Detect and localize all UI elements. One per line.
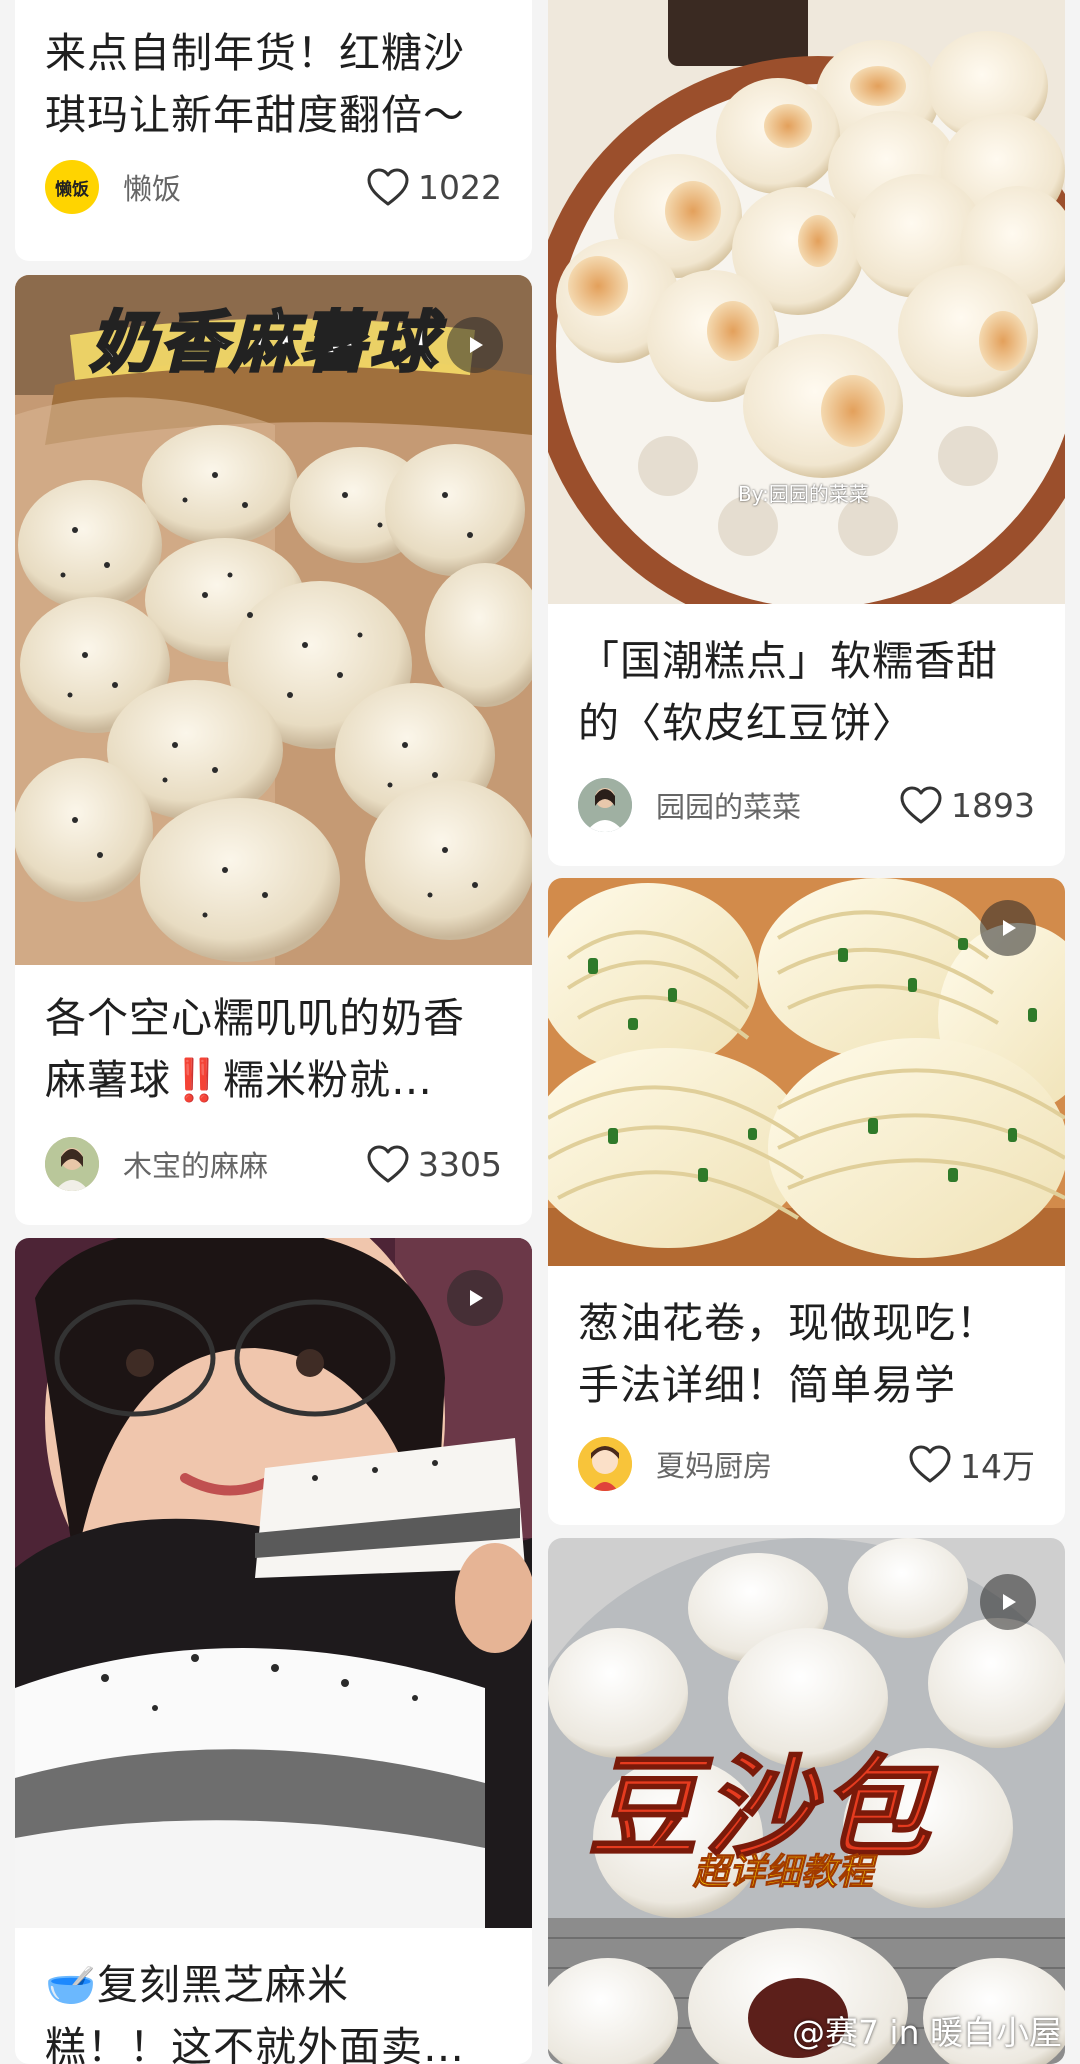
- recipe-card[interactable]: 奶香麻薯球 各个空心糯叽叽的奶香 麻薯球‼️糯米粉就… 木宝的麻麻 3305: [15, 275, 532, 1225]
- recipe-card[interactable]: 🥣复刻黑芝麻米 糕！！这不就外面卖…: [15, 1238, 532, 2064]
- card-title: 葱油花卷，现做现吃！ 手法详细！简单易学: [578, 1299, 998, 1409]
- heart-outline-icon: [367, 168, 409, 206]
- overlay-subtitle: 超详细教程: [692, 1852, 874, 1894]
- play-button[interactable]: [980, 900, 1036, 956]
- card-meta: 园园的菜菜 1893: [578, 776, 1035, 834]
- like-count: 3305: [418, 1144, 502, 1184]
- heart-outline-icon: [367, 1145, 409, 1183]
- black-sesame-rice-cake-image: [15, 1238, 532, 1928]
- play-icon: [470, 337, 483, 353]
- card-meta: 夏妈厨房 14万: [578, 1435, 1035, 1493]
- like-count: 1893: [951, 785, 1035, 825]
- avatar[interactable]: [578, 1437, 632, 1491]
- overlay-title: 奶香麻薯球: [89, 303, 440, 383]
- play-icon: [1003, 1594, 1016, 1610]
- avatar[interactable]: 懒饭: [45, 160, 99, 214]
- like-button[interactable]: 1893: [899, 785, 1035, 825]
- play-button[interactable]: [447, 317, 503, 373]
- heart-outline-icon: [909, 1445, 951, 1483]
- recipe-card[interactable]: 葱油花卷，现做现吃！ 手法详细！简单易学 夏妈厨房 14万: [548, 878, 1065, 1525]
- avatar-cartoon: [578, 1437, 632, 1491]
- play-button[interactable]: [980, 1574, 1036, 1630]
- avatar-photo: [578, 778, 632, 832]
- recipe-card[interactable]: By:园园的菜菜 「国潮糕点」软糯香甜 的〈软皮红豆饼〉 园园的菜菜 1893: [548, 0, 1065, 866]
- author-name[interactable]: 园园的菜菜: [656, 784, 899, 826]
- author-name[interactable]: 夏妈厨房: [656, 1443, 908, 1485]
- recipe-thumbnail[interactable]: [548, 878, 1065, 1266]
- avatar-logo-text: 懒饭: [55, 179, 89, 200]
- like-button[interactable]: 1022: [366, 167, 502, 207]
- image-caption: By:园园的菜菜: [738, 482, 869, 506]
- recipe-thumbnail[interactable]: 奶香麻薯球: [15, 275, 532, 965]
- like-count: 14万: [960, 1447, 1035, 1486]
- card-title: 来点自制年货！红糖沙 琪玛让新年甜度翻倍～: [45, 29, 465, 139]
- like-button[interactable]: 14万: [908, 1440, 1035, 1488]
- recipe-card[interactable]: 豆沙包 超详细教程: [548, 1538, 1065, 2064]
- card-title: 🥣复刻黑芝麻米 糕！！这不就外面卖…: [45, 1961, 465, 2064]
- recipe-feed: 来点自制年货！红糖沙 琪玛让新年甜度翻倍～ 懒饭 懒饭 1022 奶香麻薯球 各…: [0, 0, 1080, 2064]
- play-icon: [1003, 920, 1016, 936]
- author-name[interactable]: 懒饭: [123, 166, 366, 208]
- watermark-text: @赛7 in 暖白小屋: [791, 2013, 1062, 2052]
- avatar-photo: [45, 1137, 99, 1191]
- play-icon: [470, 1290, 483, 1306]
- card-meta: 懒饭 懒饭 1022: [45, 158, 502, 216]
- card-title: 「国潮糕点」软糯香甜 的〈软皮红豆饼〉: [578, 637, 998, 747]
- red-bean-cakes-image: [548, 0, 1065, 604]
- recipe-thumbnail[interactable]: [15, 1238, 532, 1928]
- play-button[interactable]: [447, 1270, 503, 1326]
- like-count: 1022: [418, 167, 502, 207]
- author-name[interactable]: 木宝的麻麻: [123, 1143, 366, 1185]
- like-button[interactable]: 3305: [366, 1144, 502, 1184]
- recipe-thumbnail[interactable]: By:园园的菜菜: [548, 0, 1065, 604]
- heart-outline-icon: [900, 786, 942, 824]
- avatar[interactable]: [578, 778, 632, 832]
- avatar[interactable]: [45, 1137, 99, 1191]
- card-title: 各个空心糯叽叽的奶香 麻薯球‼️糯米粉就…: [45, 994, 465, 1104]
- recipe-thumbnail[interactable]: 豆沙包 超详细教程: [548, 1538, 1065, 2064]
- card-meta: 木宝的麻麻 3305: [45, 1135, 502, 1193]
- recipe-card[interactable]: 来点自制年货！红糖沙 琪玛让新年甜度翻倍～ 懒饭 懒饭 1022: [15, 0, 532, 261]
